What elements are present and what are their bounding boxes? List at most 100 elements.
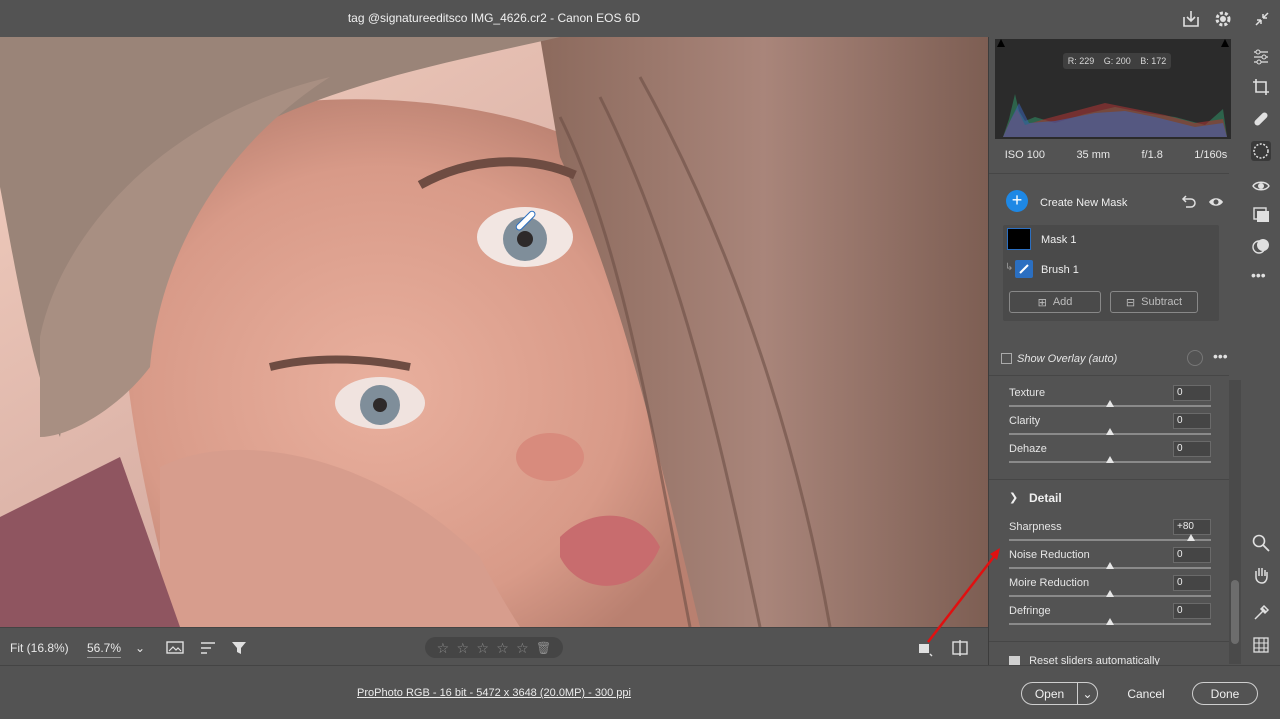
star-icon[interactable]: ☆ bbox=[476, 641, 489, 655]
slider-value-input[interactable]: +80 bbox=[1173, 519, 1211, 535]
hand-icon[interactable] bbox=[1251, 565, 1271, 585]
slider-noise-reduction: Noise Reduction 0 bbox=[1009, 545, 1211, 573]
plus-icon[interactable]: + bbox=[1006, 190, 1028, 212]
star-rating[interactable]: ☆ ☆ ☆ ☆ ☆ 🗑 bbox=[425, 637, 563, 658]
photo-image bbox=[0, 37, 988, 627]
detail-section-header[interactable]: ❯ Detail bbox=[1009, 491, 1062, 505]
open-button[interactable]: Open ⌄ bbox=[1021, 682, 1098, 705]
overlay-row: Show Overlay (auto) ••• bbox=[989, 343, 1229, 373]
indent-arrow-icon: ↳ bbox=[1005, 262, 1014, 273]
grid-icon[interactable] bbox=[1251, 635, 1271, 655]
show-overlay-label: Show Overlay (auto) bbox=[1017, 353, 1118, 365]
red-eye-icon[interactable] bbox=[1251, 175, 1271, 195]
slider-defringe: Defringe 0 bbox=[1009, 601, 1211, 629]
slider-clarity: Clarity 0 bbox=[1009, 411, 1211, 439]
slider-thumb[interactable] bbox=[1106, 618, 1114, 625]
mask-thumbnail bbox=[1007, 228, 1031, 250]
status-bar: ProPhoto RGB - 16 bit - 5472 x 3648 (20.… bbox=[0, 665, 1280, 719]
slider-thumb[interactable] bbox=[1106, 562, 1114, 569]
tool-rail: ••• bbox=[1242, 37, 1280, 665]
filter-icon[interactable] bbox=[229, 638, 249, 658]
workflow-options-link[interactable]: ProPhoto RGB - 16 bit - 5472 x 3648 (20.… bbox=[0, 687, 988, 699]
gear-icon[interactable] bbox=[1212, 8, 1234, 30]
trash-icon[interactable]: 🗑 bbox=[536, 642, 551, 654]
more-tools-icon[interactable]: ••• bbox=[1251, 265, 1271, 285]
mask-list: Mask 1 ↳ Brush 1 ⊞ Add ⊟ Subtract bbox=[1003, 225, 1219, 321]
iso-value: ISO 100 bbox=[1004, 149, 1046, 161]
slider-value-input[interactable]: 0 bbox=[1173, 441, 1211, 457]
slider-thumb[interactable] bbox=[1106, 590, 1114, 597]
eyedropper-icon[interactable] bbox=[1251, 603, 1271, 623]
annotation-arrow bbox=[927, 548, 1000, 643]
edit-sliders-icon[interactable] bbox=[1251, 47, 1271, 67]
shutter-value: 1/160s bbox=[1194, 149, 1228, 161]
slider-moire-reduction: Moire Reduction 0 bbox=[1009, 573, 1211, 601]
slider-label: Texture bbox=[1009, 387, 1046, 399]
histogram: R: 229 G: 200 B: 172 bbox=[995, 39, 1231, 139]
focal-length-value: 35 mm bbox=[1076, 149, 1111, 161]
slider-dehaze: Dehaze 0 bbox=[1009, 439, 1211, 467]
create-new-mask-label[interactable]: Create New Mask bbox=[1040, 197, 1127, 209]
divider bbox=[989, 173, 1229, 174]
slider-label: Dehaze bbox=[1009, 443, 1047, 455]
snapshots-icon[interactable] bbox=[1251, 205, 1271, 225]
star-icon[interactable]: ☆ bbox=[516, 641, 529, 655]
filmstrip-icon[interactable] bbox=[165, 638, 185, 658]
edit-panel: R: 229 G: 200 B: 172 ISO 100 35 mm f/1.8… bbox=[988, 37, 1243, 667]
slider-label: Clarity bbox=[1009, 415, 1041, 427]
slider-thumb[interactable] bbox=[1106, 400, 1114, 407]
slider-thumb[interactable] bbox=[1186, 534, 1195, 541]
slider-value-input[interactable]: 0 bbox=[1173, 413, 1211, 429]
crop-icon[interactable] bbox=[1251, 77, 1271, 97]
overlay-color-swatch[interactable] bbox=[1187, 350, 1203, 366]
star-icon[interactable]: ☆ bbox=[457, 641, 470, 655]
canvas-toolbar: Fit (16.8%) 56.7% ⌄ ☆ ☆ ☆ ☆ ☆ 🗑 bbox=[0, 627, 988, 665]
slider-value-input[interactable]: 0 bbox=[1173, 385, 1211, 401]
slider-value-input[interactable]: 0 bbox=[1173, 603, 1211, 619]
brush-row[interactable]: ↳ Brush 1 bbox=[1003, 255, 1219, 283]
presets-icon[interactable] bbox=[1251, 236, 1271, 256]
star-icon[interactable]: ☆ bbox=[496, 641, 509, 655]
zoom-value[interactable]: 56.7% bbox=[87, 641, 122, 658]
slider-thumb[interactable] bbox=[1106, 456, 1114, 463]
fit-zoom-option[interactable]: Fit (16.8%) bbox=[10, 641, 69, 655]
add-button[interactable]: ⊞ Add bbox=[1009, 291, 1101, 313]
slider-track[interactable] bbox=[1009, 539, 1211, 541]
scrollbar-thumb[interactable] bbox=[1231, 580, 1239, 644]
star-icon[interactable]: ☆ bbox=[437, 641, 450, 655]
divider bbox=[989, 479, 1229, 480]
mask-section: + Create New Mask Mask 1 ↳ Brush 1 ⊞ Add bbox=[995, 183, 1227, 325]
masking-icon[interactable] bbox=[1251, 141, 1271, 161]
mask-name: Mask 1 bbox=[1041, 234, 1077, 246]
subtract-button[interactable]: ⊟ Subtract bbox=[1110, 291, 1198, 313]
eye-icon[interactable] bbox=[1207, 193, 1225, 211]
exif-info: ISO 100 35 mm f/1.8 1/160s bbox=[989, 145, 1243, 165]
show-overlay-checkbox[interactable] bbox=[1001, 353, 1012, 364]
healing-icon[interactable] bbox=[1251, 109, 1271, 129]
divider bbox=[989, 641, 1229, 642]
slider-label: Noise Reduction bbox=[1009, 549, 1090, 561]
slider-label: Sharpness bbox=[1009, 521, 1062, 533]
subtract-mask-icon: ⊟ bbox=[1125, 296, 1136, 309]
add-mask-icon: ⊞ bbox=[1037, 296, 1047, 309]
window-title: tag @signatureeditsco IMG_4626.cr2 - Can… bbox=[347, 11, 641, 25]
slider-thumb[interactable] bbox=[1106, 428, 1114, 435]
exit-fullscreen-icon[interactable] bbox=[1251, 8, 1273, 30]
slider-label: Defringe bbox=[1009, 605, 1051, 617]
chevron-down-icon: ❯ bbox=[1009, 492, 1019, 504]
done-button[interactable]: Done bbox=[1192, 682, 1258, 705]
mask-row[interactable]: Mask 1 bbox=[1003, 225, 1219, 253]
green-value: G: 200 bbox=[1103, 56, 1131, 66]
more-options-icon[interactable]: ••• bbox=[1213, 348, 1228, 364]
slider-value-input[interactable]: 0 bbox=[1173, 547, 1211, 563]
cancel-button[interactable]: Cancel bbox=[1115, 682, 1177, 705]
slider-value-input[interactable]: 0 bbox=[1173, 575, 1211, 591]
undo-icon[interactable] bbox=[1179, 193, 1197, 211]
panel-scrollbar[interactable] bbox=[1229, 380, 1241, 664]
sort-icon[interactable] bbox=[198, 638, 218, 658]
zoom-icon[interactable] bbox=[1251, 533, 1271, 553]
chevron-down-icon[interactable]: ⌄ bbox=[135, 641, 145, 655]
chevron-down-icon[interactable]: ⌄ bbox=[1077, 683, 1097, 704]
photo-canvas[interactable] bbox=[0, 37, 988, 627]
save-icon[interactable] bbox=[1180, 8, 1202, 30]
